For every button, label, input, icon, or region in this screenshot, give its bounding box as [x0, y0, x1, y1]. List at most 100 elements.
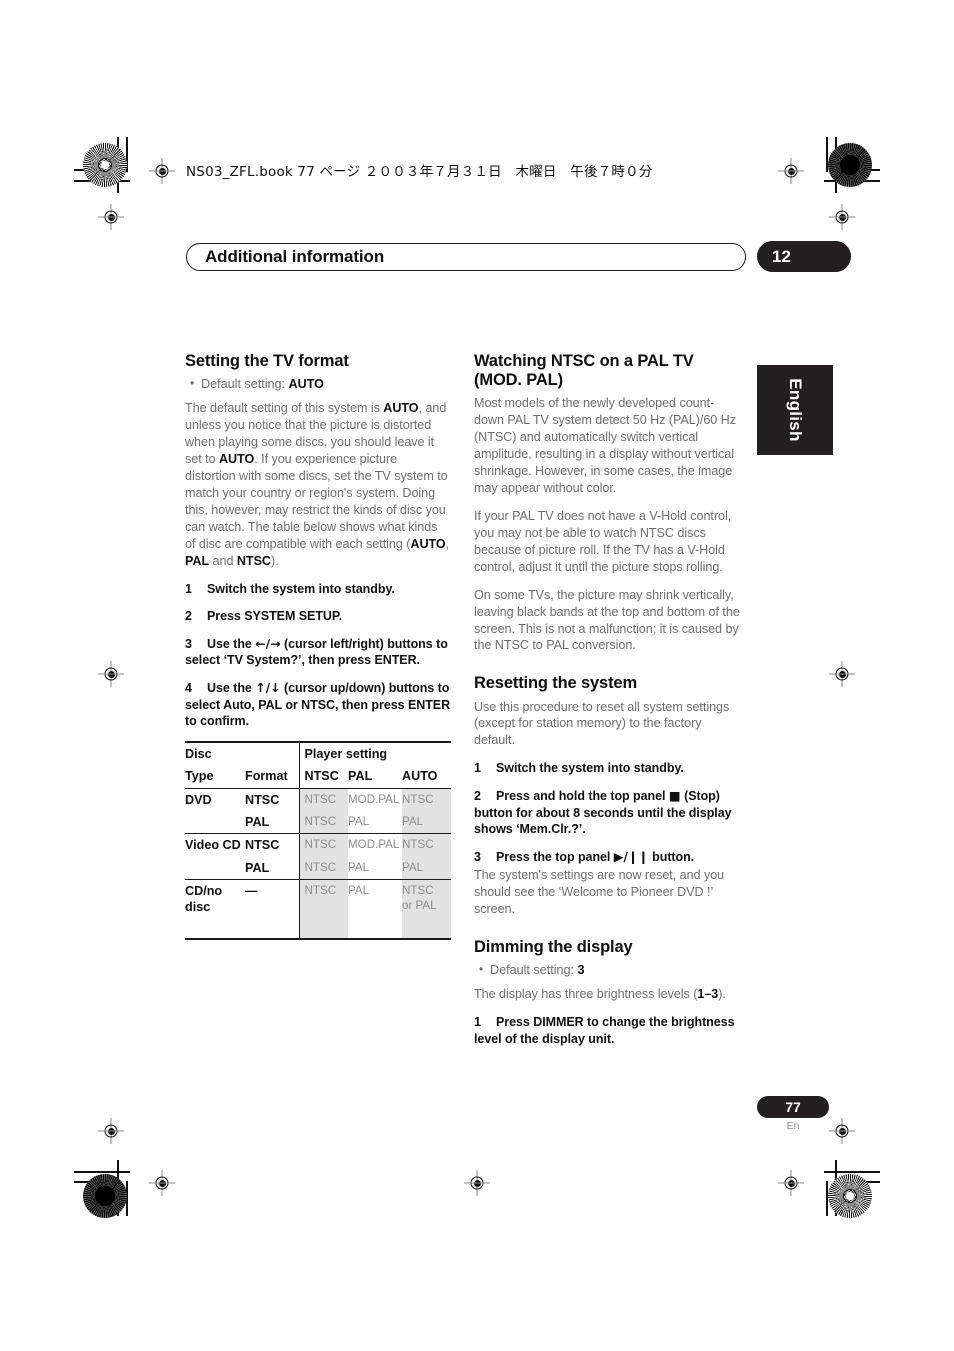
cell-format-0: NTSC	[245, 792, 280, 807]
brightness-range-value: 1–3	[697, 987, 719, 1002]
step-dimmer-1-text: Press DIMMER to change the brightness le…	[474, 1015, 735, 1046]
step-tv-1-number: 1	[185, 581, 192, 596]
cell-type-0: DVD	[185, 792, 212, 807]
registration-mark-right-upper	[829, 204, 855, 230]
cell-format-2: NTSC	[245, 838, 280, 853]
tv-para-part-8: and	[209, 553, 237, 568]
table-row: PAL NTSC PAL PAL	[185, 810, 452, 835]
step-tv-3-number: 3	[185, 636, 192, 651]
running-header-bar: Additional information	[186, 243, 746, 271]
step-reset-2-text-before: Press and hold the top panel	[496, 788, 669, 803]
step-dimmer-1-number: 1	[474, 1015, 481, 1030]
cell-auto-4: NTSC or PAL	[402, 879, 452, 940]
language-side-tab-label: English	[786, 378, 805, 442]
tv-para-part-9: NTSC	[236, 553, 271, 568]
step-reset-3-text-before: Press the top panel	[496, 849, 614, 864]
default-setting-bullet-tv: Default setting: AUTO	[185, 375, 451, 393]
document-page: NS03_ZFL.book 77 ページ ２００３年７月３１日 木曜日 午後７時…	[0, 0, 954, 1351]
registration-star-top-left	[83, 143, 127, 187]
cell-auto-0: NTSC	[402, 788, 452, 811]
tv-para-part-3: AUTO	[218, 451, 255, 466]
cursor-left-right-icon: ←/→	[255, 635, 281, 651]
step-tv-2-number: 2	[185, 609, 192, 624]
cell-ntsc-0: NTSC	[298, 788, 349, 811]
stop-icon: ■	[668, 787, 681, 803]
cell-auto-1: PAL	[402, 810, 452, 835]
cell-pal-0: MOD.PAL	[348, 792, 400, 806]
cell-pal-2: MOD.PAL	[348, 838, 400, 852]
cell-type-1	[185, 810, 245, 835]
registration-star-bottom-left	[83, 1174, 127, 1218]
tv-para-part-5: AUTO	[410, 536, 446, 551]
step-reset-3: 3 Press the top panel ▶/❙❙ button.	[474, 849, 740, 866]
table-group-header-row: Disc Player setting	[185, 740, 452, 766]
file-slug-line: NS03_ZFL.book 77 ページ ２００３年７月３１日 木曜日 午後７時…	[186, 164, 653, 180]
play-pause-icon: ▶/❙❙	[613, 848, 649, 864]
table-col-type: Type	[185, 765, 245, 789]
registration-mark-top-slug	[149, 158, 175, 184]
registration-mark-right-mid	[829, 661, 855, 687]
step-reset-1-number: 1	[474, 761, 481, 776]
heading-resetting-the-system: Resetting the system	[474, 674, 637, 693]
tv-para-part-1: AUTO	[383, 401, 419, 416]
registration-mark-bottom-right-inner	[778, 1170, 804, 1196]
cell-type-2: Video CD	[185, 838, 241, 853]
step-reset-2-number: 2	[474, 788, 481, 803]
cell-type-4: CD/no disc	[185, 879, 245, 940]
step-tv-1: 1 Switch the system into standby.	[185, 581, 451, 598]
step-tv-2: 2 Press SYSTEM SETUP.	[185, 608, 451, 625]
step-reset-1: 1 Switch the system into standby.	[474, 760, 740, 777]
tv-para-part-6: ,	[445, 536, 450, 551]
cell-auto-3: PAL	[402, 856, 452, 881]
cell-ntsc-1: NTSC	[298, 810, 349, 835]
table-row: CD/no disc — NTSC PAL NTSC or PAL	[185, 879, 452, 940]
table-group-header-player: Player setting	[298, 740, 452, 766]
paragraph-ntsc-1: If your PAL TV does not have a V-Hold co…	[474, 508, 732, 574]
registration-star-top-right	[828, 143, 872, 187]
step-tv-1-text: Switch the system into standby.	[207, 581, 395, 596]
step-reset-1-text: Switch the system into standby.	[496, 761, 684, 776]
step-reset-3-number: 3	[474, 849, 481, 864]
table-row: PAL NTSC PAL PAL	[185, 856, 452, 881]
tv-para-part-4: . If you experience picture distortion w…	[185, 451, 448, 551]
heading-setting-tv-format: Setting the TV format	[185, 352, 349, 370]
step-tv-4-text-before: Use the	[207, 681, 256, 695]
tv-para-part-0: The default setting of this system is	[185, 401, 384, 416]
step-tv-3: 3 Use the ←/→ (cursor left/right) buttons…	[185, 636, 451, 669]
cell-ntsc-2: NTSC	[298, 833, 349, 857]
disc-compatibility-table: Disc Player setting Type Format NTSC PAL…	[185, 740, 452, 940]
cell-pal-4: PAL	[348, 879, 403, 940]
default-setting-bullet-dimmer: Default setting: 3	[474, 961, 740, 979]
step-tv-4-number: 4	[185, 681, 192, 695]
registration-mark-right-lower	[829, 1118, 855, 1144]
brightness-note-before: The display has three brightness levels …	[474, 987, 698, 1002]
step-tv-4: 4 Use the ↑/↓ (cursor up/down) buttons to…	[185, 680, 451, 730]
heading-watching-ntsc-on-pal-tv: Watching NTSC on a PAL TV (MOD. PAL)	[474, 352, 740, 390]
table-column-header-row: Type Format NTSC PAL AUTO	[185, 765, 452, 789]
default-setting-value-dimmer: 3	[577, 963, 585, 978]
step-tv-3-text-before: Use the	[207, 636, 256, 651]
heading-dimming-the-display: Dimming the display	[474, 938, 633, 957]
paragraph-ntsc-0: Most models of the newly developed count…	[474, 396, 736, 495]
default-setting-label-dimmer: Default setting:	[490, 963, 578, 978]
table-row: DVD NTSC NTSC MOD.PAL NTSC	[185, 788, 452, 811]
cell-format-1: PAL	[245, 810, 300, 835]
page-language-code: En	[786, 1120, 800, 1132]
chapter-number-badge: 12	[757, 241, 851, 272]
registration-mark-left-upper	[98, 204, 124, 230]
step-reset-3-text-after: button.	[648, 849, 695, 864]
registration-mark-left-lower	[98, 1118, 124, 1144]
table-col-format: Format	[245, 765, 300, 789]
default-setting-label-tv: Default setting:	[201, 377, 289, 392]
left-column: Setting the TV format Default setting: A…	[185, 352, 452, 940]
registration-mark-bottom-left-inner	[149, 1170, 175, 1196]
registration-mark-left-mid	[98, 661, 124, 687]
registration-mark-top-right-slug	[778, 158, 804, 184]
page-number-badge: 77	[757, 1096, 829, 1118]
brightness-note-after: ).	[718, 987, 726, 1002]
table-col-ntsc: NTSC	[298, 765, 349, 789]
paragraph-ntsc-2: On some TVs, the picture may shrink vert…	[474, 587, 740, 653]
paragraph-reset-intro: Use this procedure to reset all system s…	[474, 699, 730, 748]
heading-ntsc-line1: Watching NTSC on a PAL TV	[474, 352, 694, 370]
cell-ntsc-3: NTSC	[298, 856, 349, 881]
